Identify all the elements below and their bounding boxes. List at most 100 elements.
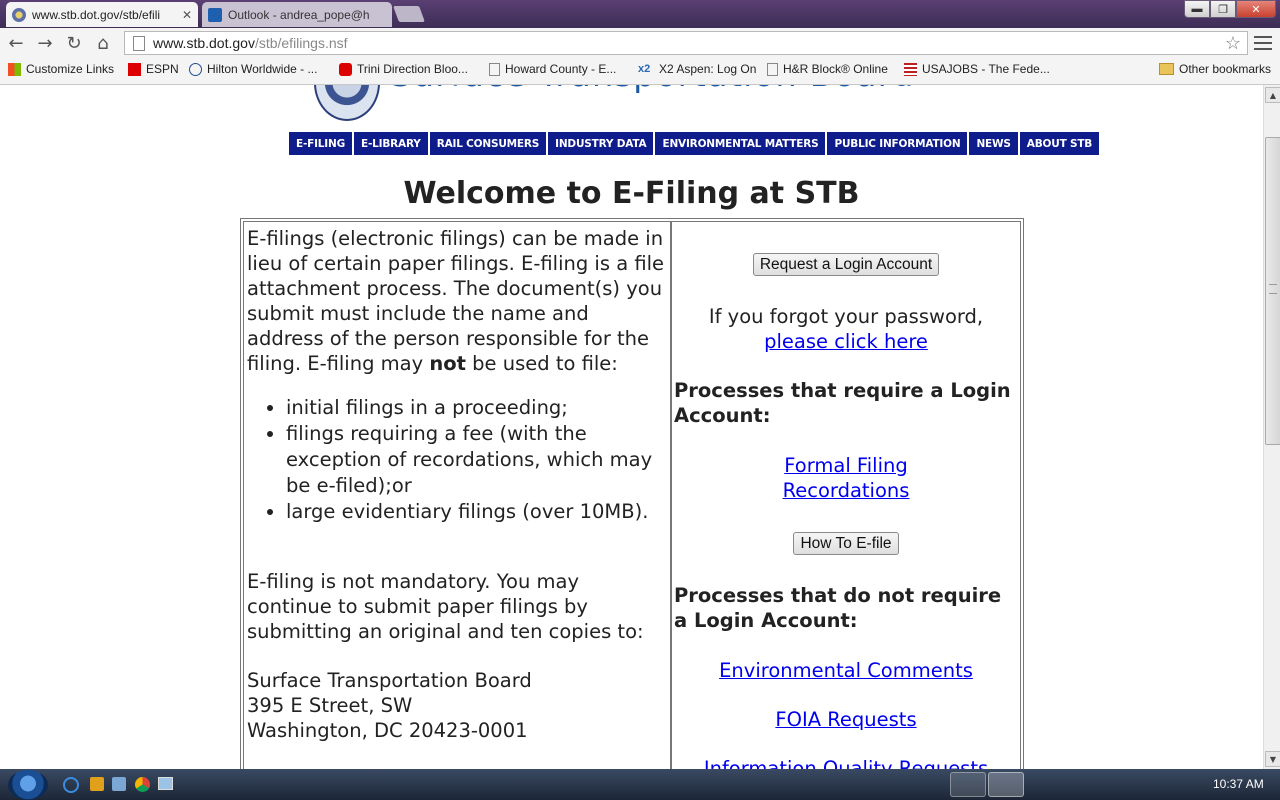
close-icon[interactable]: ✕ (182, 8, 192, 22)
internet-explorer-icon[interactable] (63, 777, 79, 793)
tab-stb-efilings[interactable]: www.stb.dot.gov/stb/efili ✕ (6, 2, 198, 27)
hilton-icon (189, 62, 202, 76)
foia-requests-link[interactable]: FOIA Requests (775, 708, 916, 731)
close-window-button[interactable]: ✕ (1236, 0, 1276, 18)
new-tab-button[interactable] (393, 6, 425, 22)
back-arrow-icon[interactable]: ← (5, 32, 27, 54)
nav-e-library[interactable]: E-LIBRARY (354, 132, 428, 155)
vertical-scrollbar[interactable]: ▲ ▼ (1263, 85, 1280, 769)
home-icon[interactable]: ⌂ (92, 32, 114, 54)
bookmark-hr-block[interactable]: H&R Block® Online (767, 62, 888, 76)
bookmark-espn[interactable]: ESPN (128, 62, 179, 76)
environmental-comments-link[interactable]: Environmental Comments (719, 659, 973, 682)
site-top-nav: E-FILING E-LIBRARY RAIL CONSUMERS INDUST… (289, 132, 1102, 155)
page-icon (489, 62, 500, 76)
scroll-up-arrow-icon[interactable]: ▲ (1265, 87, 1280, 103)
bookmark-howard-county[interactable]: Howard County - E... (489, 62, 616, 76)
espn-icon (128, 62, 141, 76)
explorer-taskbar-icon[interactable] (158, 777, 173, 790)
efiling-info-table: E-filings (electronic filings) can be ma… (240, 218, 1024, 769)
mailing-address: Surface Transportation Board 395 E Stree… (247, 668, 668, 743)
network-icon[interactable] (112, 777, 126, 791)
tab-outlook[interactable]: Outlook - andrea_pope@h (202, 2, 392, 27)
list-item: filings requiring a fee (with the except… (286, 421, 668, 499)
media-player-icon[interactable] (90, 777, 104, 791)
request-login-account-button[interactable]: Request a Login Account (752, 253, 940, 276)
x2-icon: x2 (638, 62, 651, 75)
chrome-taskbar-icon[interactable] (135, 777, 150, 792)
bookmark-label: Howard County - E... (505, 62, 617, 76)
bookmark-trini-direction[interactable]: Trini Direction Bloo... (339, 62, 468, 76)
bookmark-usajobs[interactable]: USAJOBS - The Fede... (904, 62, 1050, 76)
bookmark-label: Customize Links (26, 62, 115, 76)
minimize-window-button[interactable]: ▬ (1184, 0, 1210, 18)
address-path: /stb/efilings.nsf (254, 35, 348, 51)
bookmark-hilton[interactable]: Hilton Worldwide - ... (189, 62, 317, 76)
address-line: Washington, DC 20423-0001 (247, 719, 528, 742)
bookmark-label: X2 Aspen: Log On (659, 62, 757, 76)
efiling-info-cell: E-filings (electronic filings) can be ma… (243, 221, 671, 769)
forgot-password-block: If you forgot your password, please clic… (674, 304, 1018, 354)
youtube-icon (339, 62, 352, 76)
bookmark-other-bookmarks[interactable]: Other bookmarks (1159, 62, 1271, 76)
nav-news[interactable]: NEWS (969, 132, 1018, 155)
login-required-heading: Processes that require a Login Account: (674, 379, 1011, 427)
usajobs-icon (904, 62, 917, 76)
address-line: Surface Transportation Board (247, 669, 532, 692)
bookmark-label: H&R Block® Online (783, 62, 888, 76)
restrictions-list: initial filings in a proceeding; filings… (247, 395, 668, 525)
login-processes-cell: Request a Login Account If you forgot yo… (671, 221, 1021, 769)
bookmark-label: ESPN (146, 62, 179, 76)
list-item: initial filings in a proceeding; (286, 395, 668, 421)
bookmark-label: USAJOBS - The Fede... (922, 62, 1050, 76)
page-icon (767, 62, 778, 76)
page-title: Welcome to E-Filing at STB (403, 176, 860, 211)
nav-environmental-matters[interactable]: ENVIRONMENTAL MATTERS (655, 132, 826, 155)
start-button[interactable] (8, 770, 48, 800)
clock[interactable]: 10:37 AM (1213, 777, 1264, 791)
tab-label: www.stb.dot.gov/stb/efili (32, 7, 161, 22)
nav-about-stb[interactable]: ABOUT STB (1019, 132, 1100, 155)
windows-icon (8, 62, 21, 76)
list-item: large evidentiary filings (over 10MB). (286, 499, 668, 525)
formal-filing-link[interactable]: Formal Filing (784, 454, 907, 477)
nav-rail-consumers[interactable]: RAIL CONSUMERS (429, 132, 547, 155)
not-mandatory-text: E-filing is not mandatory. You may conti… (247, 570, 644, 643)
outlook-icon (208, 7, 222, 22)
stb-seal-logo (314, 85, 380, 121)
bookmark-x2-aspen[interactable]: x2 X2 Aspen: Log On (638, 62, 756, 76)
folder-icon (1159, 63, 1174, 75)
page-viewport: Surface Transportation Board E-FILING E-… (0, 85, 1263, 769)
intro-not-emphasis: not (429, 352, 466, 375)
chrome-window-button[interactable] (950, 772, 986, 797)
efiling-intro: E-filings (electronic filings) can be ma… (247, 226, 668, 376)
forward-arrow-icon[interactable]: → (34, 32, 56, 54)
nav-public-information[interactable]: PUBLIC INFORMATION (827, 132, 968, 155)
browser-menu-icon[interactable] (1254, 34, 1272, 52)
stb-favicon-icon (12, 7, 26, 22)
reload-icon[interactable]: ↻ (63, 32, 85, 54)
nav-industry-data[interactable]: INDUSTRY DATA (548, 132, 654, 155)
forgot-password-link[interactable]: please click here (764, 330, 928, 353)
recordations-link[interactable]: Recordations (783, 479, 910, 502)
address-bar[interactable]: www.stb.dot.gov/stb/efilings.nsf ☆ (124, 31, 1248, 55)
bookmark-label: Other bookmarks (1179, 62, 1272, 76)
scroll-down-arrow-icon[interactable]: ▼ (1265, 751, 1280, 767)
intro-text-end: be used to file: (465, 352, 618, 375)
bookmark-customize-links[interactable]: Customize Links (8, 62, 114, 76)
bookmark-label: Trini Direction Bloo... (357, 62, 468, 76)
bookmarks-bar: Customize Links ESPN Hilton Worldwide - … (0, 58, 1280, 85)
page-icon (133, 35, 145, 51)
address-line: 395 E Street, SW (247, 694, 413, 717)
nav-e-filing[interactable]: E-FILING (289, 132, 353, 155)
scrollbar-thumb[interactable] (1265, 137, 1280, 445)
forgot-password-text: If you forgot your password, (708, 305, 984, 328)
information-quality-requests-link[interactable]: Information Quality Requests (704, 757, 988, 769)
maximize-window-button[interactable]: ❐ (1210, 0, 1236, 18)
address-host: www.stb.dot.gov (153, 35, 255, 51)
bookmark-star-icon[interactable]: ☆ (1225, 33, 1241, 54)
outlook-window-button[interactable] (988, 772, 1024, 797)
how-to-efile-button[interactable]: How To E-file (793, 532, 899, 555)
bookmark-label: Hilton Worldwide - ... (207, 62, 318, 76)
windows-taskbar: 10:37 AM (0, 769, 1280, 800)
